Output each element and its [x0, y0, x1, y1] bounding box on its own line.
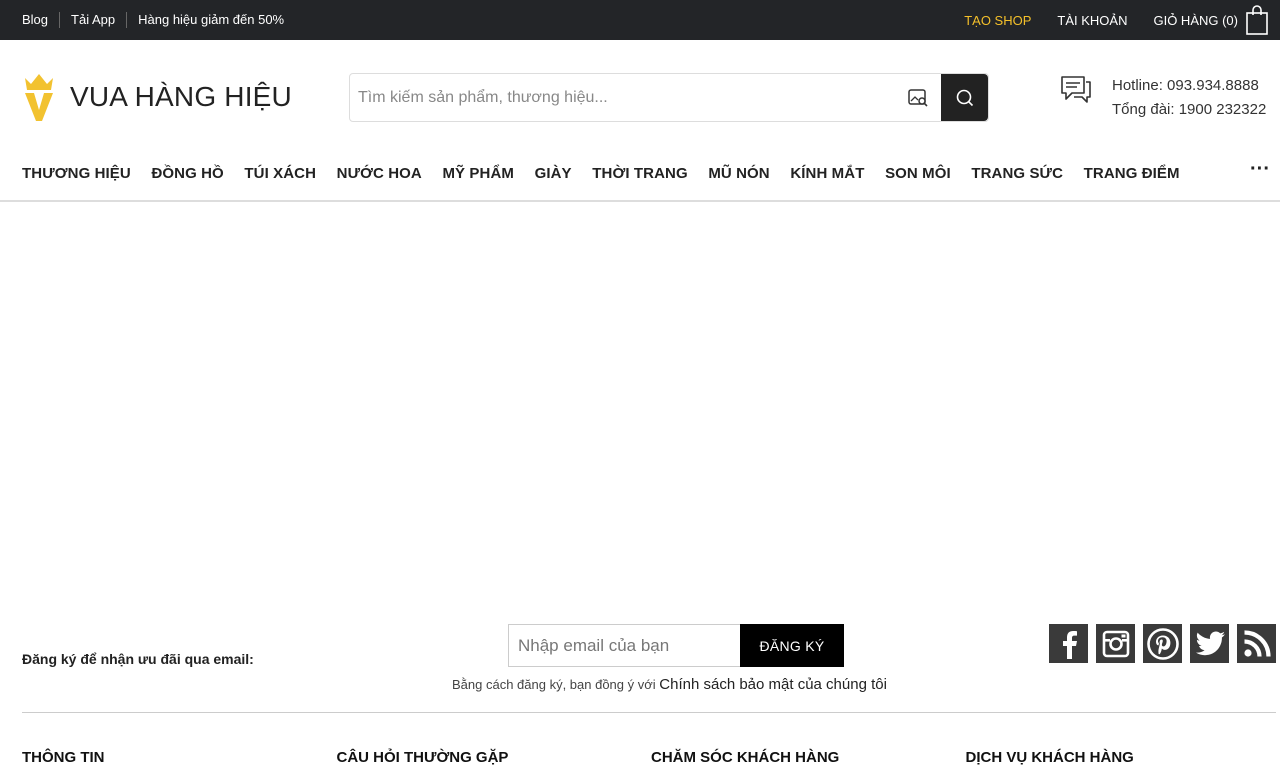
site-logo[interactable]: VUA HÀNG HIỆU	[22, 72, 292, 122]
newsletter-subscribe-button[interactable]: ĐĂNG KÝ	[740, 624, 844, 667]
twitter-icon	[1195, 631, 1225, 655]
contact-info: Hotline: 093.934.8888 Tổng đài: 1900 232…	[1112, 74, 1266, 122]
sale-link[interactable]: Hàng hiệu giảm đến 50%	[126, 12, 295, 28]
nav-item-brands[interactable]: THƯƠNG HIỆU	[22, 165, 131, 182]
footer-heading-info: THÔNG TIN	[22, 749, 105, 766]
newsletter-email-input[interactable]	[508, 624, 740, 667]
pinterest-icon	[1146, 627, 1179, 660]
search-bar	[349, 73, 989, 122]
nav-more-button[interactable]: ···	[1250, 158, 1270, 181]
facebook-icon	[1062, 630, 1077, 659]
pinterest-link[interactable]	[1143, 624, 1182, 663]
nav-list: THƯƠNG HIỆU ĐỒNG HỒ TÚI XÁCH NƯỚC HOA MỸ…	[22, 165, 1200, 182]
nav-item-lipstick[interactable]: SON MÔI	[885, 165, 951, 182]
newsletter-note-text: Bằng cách đăng ký, bạn đồng ý với	[452, 677, 656, 692]
nav-item-perfume[interactable]: NƯỚC HOA	[337, 165, 422, 182]
nav-item-sunglasses[interactable]: KÍNH MẮT	[790, 165, 864, 182]
image-search-button[interactable]	[895, 74, 941, 121]
nav-item-hats[interactable]: MŨ NÓN	[708, 165, 769, 182]
hotline-number[interactable]: Hotline: 093.934.8888	[1112, 74, 1266, 98]
hotline-block: Hotline: 093.934.8888 Tổng đài: 1900 232…	[1060, 74, 1266, 122]
top-actions: TẠO SHOP TÀI KHOẢN GIỎ HÀNG (0)	[964, 0, 1268, 40]
twitter-link[interactable]	[1190, 624, 1229, 663]
main-nav: THƯƠNG HIỆU ĐỒNG HỒ TÚI XÁCH NƯỚC HOA MỸ…	[0, 150, 1280, 202]
social-links	[1049, 624, 1276, 663]
nav-item-fashion[interactable]: THỜI TRANG	[592, 165, 687, 182]
footer-heading-customer-care: CHĂM SÓC KHÁCH HÀNG	[651, 749, 840, 766]
image-search-icon	[908, 88, 928, 107]
privacy-policy-link[interactable]: Chính sách bảo mật của chúng tôi	[659, 676, 887, 693]
search-button[interactable]	[941, 74, 988, 121]
newsletter-note: Bằng cách đăng ký, bạn đồng ý với Chính …	[452, 676, 887, 693]
logo-text: VUA HÀNG HIỆU	[70, 81, 292, 112]
footer-heading-customer-service: DỊCH VỤ KHÁCH HÀNG	[965, 749, 1134, 766]
search-input[interactable]	[350, 74, 895, 121]
newsletter-form: ĐĂNG KÝ	[508, 624, 844, 667]
nav-item-watches[interactable]: ĐỒNG HỒ	[151, 165, 223, 182]
nav-item-shoes[interactable]: GIÀY	[535, 165, 572, 182]
shopping-bag-icon	[1246, 5, 1268, 35]
nav-item-cosmetics[interactable]: MỸ PHẨM	[442, 165, 514, 182]
blog-link[interactable]: Blog	[22, 12, 59, 28]
nav-item-handbags[interactable]: TÚI XÁCH	[244, 165, 316, 182]
facebook-link[interactable]	[1049, 624, 1088, 663]
nav-item-jewelry[interactable]: TRANG SỨC	[971, 165, 1063, 182]
app-download-link[interactable]: Tải App	[59, 12, 126, 28]
footer-divider	[22, 712, 1276, 713]
cart-link[interactable]: GIỎ HÀNG (0)	[1153, 5, 1268, 35]
rss-icon	[1243, 629, 1271, 657]
nav-item-makeup[interactable]: TRANG ĐIỂM	[1084, 165, 1180, 182]
top-links: Blog Tải App Hàng hiệu giảm đến 50%	[22, 0, 295, 40]
instagram-icon	[1102, 630, 1129, 657]
top-bar: Blog Tải App Hàng hiệu giảm đến 50% TẠO …	[0, 0, 1280, 40]
footer-columns: THÔNG TIN CÂU HỎI THƯỜNG GẶP CHĂM SÓC KH…	[22, 749, 1280, 766]
create-shop-link[interactable]: TẠO SHOP	[964, 13, 1031, 28]
chat-icon	[1061, 76, 1091, 103]
newsletter-label: Đăng ký để nhận ưu đãi qua email:	[22, 651, 254, 667]
account-link[interactable]: TÀI KHOẢN	[1057, 13, 1127, 28]
cart-label: GIỎ HÀNG (0)	[1153, 12, 1238, 28]
search-icon	[956, 89, 973, 106]
instagram-link[interactable]	[1096, 624, 1135, 663]
footer-heading-faq: CÂU HỎI THƯỜNG GẶP	[336, 749, 509, 766]
crown-v-logo-icon	[25, 74, 53, 121]
switchboard-number[interactable]: Tổng đài: 1900 232322	[1112, 98, 1266, 122]
rss-link[interactable]	[1237, 624, 1276, 663]
